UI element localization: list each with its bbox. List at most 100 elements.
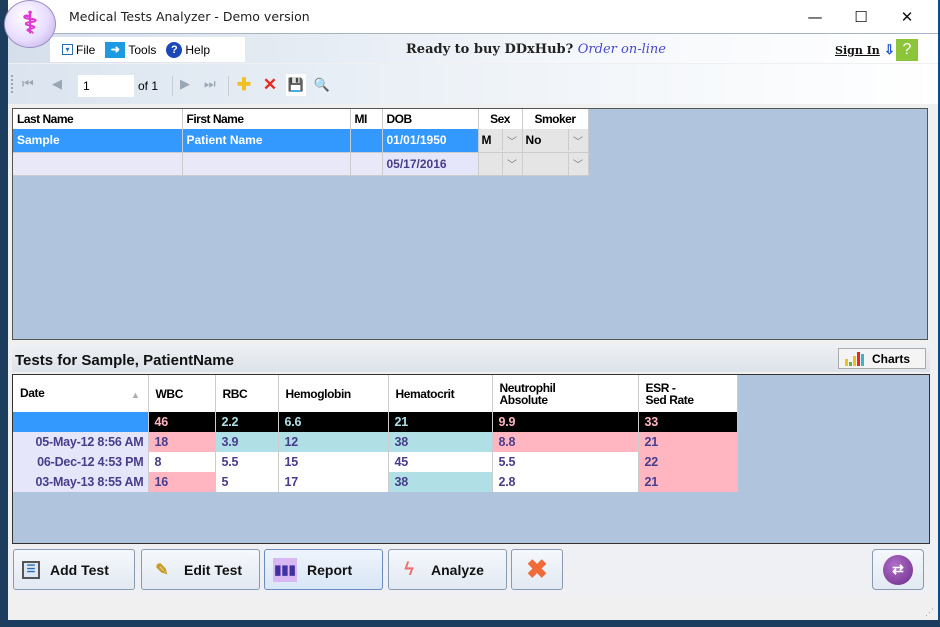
cell-first-name[interactable]: Patient Name	[182, 129, 351, 153]
cell-dob[interactable]: 01/01/1950	[382, 129, 479, 153]
tests-header-row: Date ▲ WBC RBC Hemoglobin Hematocrit Neutrophi…	[13, 375, 738, 412]
sex-value: M	[481, 133, 492, 148]
test-row[interactable]: 05-May-12 8:56 AM 18 3.9 12 38 8.8 21	[13, 432, 738, 452]
test-value-cell[interactable]: 5	[215, 472, 279, 492]
cell-date[interactable]: 05-May-12 8:56 AM	[13, 432, 149, 452]
toolbar-grip[interactable]	[11, 75, 14, 93]
cell-last-name[interactable]	[13, 152, 183, 176]
reference-value-cell[interactable]: 6.6	[278, 412, 389, 432]
main-menu: ▾ File ➜ Tools ? Help	[50, 37, 245, 62]
cell-mi[interactable]	[350, 129, 383, 153]
cell-date[interactable]	[13, 412, 149, 432]
test-value-cell[interactable]: 2.8	[492, 472, 639, 492]
reference-range-row[interactable]: 46 2.2 6.6 21 9.9 33	[13, 412, 738, 432]
smoker-dropdown[interactable]: No ﹀	[522, 129, 589, 153]
help-button[interactable]: ?	[896, 39, 918, 61]
reference-value-cell[interactable]: 2.2	[215, 412, 279, 432]
test-value-cell[interactable]: 3.9	[215, 432, 279, 452]
cell-dob[interactable]: 05/17/2016	[382, 152, 479, 176]
cell-date[interactable]: 03-May-13 8:55 AM	[13, 472, 149, 492]
cell-first-name[interactable]	[182, 152, 351, 176]
col-date[interactable]: Date ▲	[13, 375, 149, 412]
test-value-cell[interactable]: 8.8	[492, 432, 639, 452]
test-value-cell[interactable]: 38	[388, 472, 493, 492]
sign-in-link[interactable]: Sign In	[835, 44, 880, 57]
reference-value-cell[interactable]: 46	[148, 412, 216, 432]
col-last-name[interactable]: Last Name	[13, 109, 183, 129]
charts-button[interactable]: Charts	[838, 348, 926, 369]
test-value-cell[interactable]: 5.5	[215, 452, 279, 472]
cell-date[interactable]: 06-Dec-12 4:53 PM	[13, 452, 149, 472]
window-title: Medical Tests Analyzer - Demo version	[69, 9, 310, 24]
test-value-cell[interactable]: 38	[388, 432, 493, 452]
test-value-cell[interactable]: 5.5	[492, 452, 639, 472]
test-row[interactable]: 03-May-13 8:55 AM 16 5 17 38 2.8 21	[13, 472, 738, 492]
test-value-cell[interactable]: 12	[278, 432, 389, 452]
chevron-down-icon[interactable]: ﹀	[501, 152, 522, 175]
delete-record-icon[interactable]: ✕	[260, 74, 280, 96]
col-wbc[interactable]: WBC	[148, 375, 216, 412]
report-button[interactable]: ▮▮▮ Report	[264, 549, 383, 590]
order-online-link[interactable]: Order on-line	[578, 42, 666, 57]
download-arrow-icon[interactable]: ⇩	[884, 42, 895, 58]
chevron-down-icon[interactable]: ﹀	[567, 129, 588, 152]
reference-value-cell[interactable]: 21	[388, 412, 493, 432]
menu-file[interactable]: ▾ File	[62, 43, 95, 57]
test-value-cell[interactable]: 15	[278, 452, 389, 472]
save-icon[interactable]: 💾	[286, 74, 306, 96]
sex-dropdown[interactable]: ﹀	[478, 152, 523, 176]
col-dob[interactable]: DOB	[382, 109, 479, 129]
app-window: ⚕ Medical Tests Analyzer - Demo version …	[4, 0, 940, 620]
reference-value-cell[interactable]: 9.9	[492, 412, 639, 432]
col-smoker[interactable]: Smoker	[522, 109, 589, 129]
reference-value-cell[interactable]: 33	[638, 412, 738, 432]
test-value-cell[interactable]: 18	[148, 432, 216, 452]
minimize-button[interactable]: —	[792, 0, 838, 33]
test-value-cell[interactable]: 21	[638, 432, 738, 452]
test-value-cell[interactable]: 16	[148, 472, 216, 492]
col-hemoglobin[interactable]: Hemoglobin	[278, 375, 389, 412]
sex-dropdown[interactable]: M ﹀	[478, 129, 523, 153]
analyze-button[interactable]: ϟ Analyze	[388, 549, 507, 590]
col-sex[interactable]: Sex	[478, 109, 523, 129]
print-preview-icon[interactable]: 🔍	[312, 74, 332, 96]
col-esr-sed-rate[interactable]: ESR - Sed Rate	[638, 375, 738, 412]
col-rbc[interactable]: RBC	[215, 375, 279, 412]
col-hematocrit[interactable]: Hematocrit	[388, 375, 493, 412]
test-value-cell[interactable]: 21	[638, 472, 738, 492]
sort-ascending-icon[interactable]: ▲	[131, 389, 140, 401]
new-patient-row[interactable]: 05/17/2016 ﹀ ﹀	[13, 152, 589, 176]
menu-tools[interactable]: ➜ Tools	[105, 41, 156, 58]
chevron-down-icon[interactable]: ﹀	[567, 152, 588, 175]
add-record-icon[interactable]: ✚	[234, 74, 254, 96]
test-value-cell[interactable]: 8	[148, 452, 216, 472]
switch-view-button[interactable]: ⇄	[872, 549, 924, 590]
chevron-down-icon[interactable]: ﹀	[501, 129, 522, 152]
cell-last-name[interactable]: Sample	[13, 129, 183, 153]
test-value-cell[interactable]: 45	[388, 452, 493, 472]
col-neutrophil-absolute[interactable]: Neutrophil Absolute	[492, 375, 639, 412]
test-row[interactable]: 06-Dec-12 4:53 PM 8 5.5 15 45 5.5 22	[13, 452, 738, 472]
next-record-button[interactable]: ▶	[180, 76, 190, 92]
page-number-input[interactable]	[78, 75, 134, 97]
delete-test-button[interactable]: ✖	[511, 549, 563, 590]
first-record-button[interactable]: ⏮	[22, 76, 34, 92]
col-mi[interactable]: MI	[350, 109, 383, 129]
edit-test-button[interactable]: ✎ Edit Test	[141, 549, 260, 590]
action-bar: ☰ Add Test ✎ Edit Test ▮▮▮ Report ϟ Anal…	[8, 545, 938, 595]
close-button[interactable]: ✕	[884, 0, 930, 33]
test-value-cell[interactable]: 22	[638, 452, 738, 472]
prev-record-button[interactable]: ◀	[52, 76, 62, 92]
patient-row[interactable]: Sample Patient Name 01/01/1950 M ﹀ No ﹀	[13, 129, 589, 153]
test-value-cell[interactable]: 17	[278, 472, 389, 492]
patients-header-row: Last Name First Name MI DOB Sex Smoker	[13, 109, 589, 129]
cell-mi[interactable]	[350, 152, 383, 176]
resize-grip-icon[interactable]: ⋰	[925, 607, 934, 618]
last-record-button[interactable]: ⏭	[204, 76, 216, 92]
add-test-button[interactable]: ☰ Add Test	[13, 549, 135, 590]
smoker-dropdown[interactable]: ﹀	[522, 152, 589, 176]
maximize-button[interactable]: ☐	[838, 0, 884, 33]
add-form-icon: ☰	[22, 560, 40, 579]
col-first-name[interactable]: First Name	[182, 109, 351, 129]
menu-help[interactable]: ? Help	[166, 41, 210, 58]
